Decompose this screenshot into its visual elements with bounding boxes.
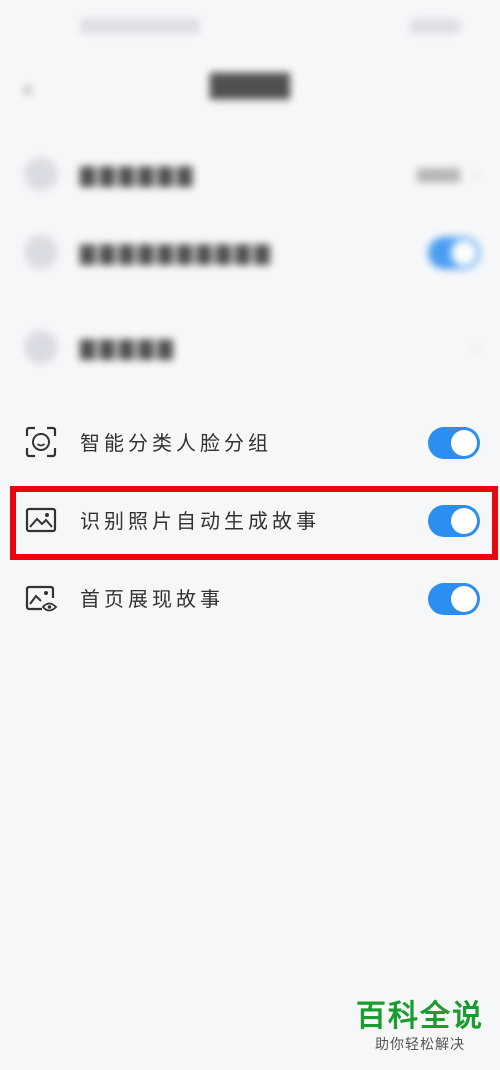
- face-scan-icon: [25, 426, 57, 458]
- watermark: 百科全说 助你轻松解决: [356, 1000, 484, 1054]
- blurred-settings-row: ▇▇▇▇▇ ›: [0, 313, 500, 383]
- person-icon: [24, 157, 58, 191]
- toggle-knob: [451, 430, 477, 456]
- highlight-annotation: [10, 486, 498, 560]
- person-icon: [24, 330, 58, 364]
- setting-row-face-group[interactable]: 智能分类人脸分组: [0, 408, 500, 478]
- setting-label: 智能分类人脸分组: [80, 431, 272, 455]
- blurred-toggle: [428, 237, 480, 269]
- setting-row-home-story[interactable]: 首页展现故事: [0, 564, 500, 634]
- page-title: ▇▇▇▇: [210, 70, 290, 100]
- blurred-label: ▇▇▇▇▇▇: [80, 163, 197, 187]
- status-bar: [0, 0, 500, 50]
- status-left-info: [80, 18, 200, 34]
- setting-label: 首页展现故事: [80, 587, 224, 611]
- status-right-info: [410, 18, 460, 34]
- face-group-toggle[interactable]: [428, 427, 480, 459]
- toggle-knob: [451, 586, 477, 612]
- image-eye-icon: [25, 585, 58, 612]
- home-story-toggle[interactable]: [428, 583, 480, 615]
- chevron-right-icon: ›: [472, 337, 480, 358]
- blurred-settings-row: ▇▇▇▇▇▇▇▇▇▇: [0, 218, 500, 288]
- header: ‹ ▇▇▇▇: [0, 50, 500, 120]
- blurred-label: ▇▇▇▇▇: [80, 336, 177, 360]
- watermark-subtitle: 助你轻松解决: [375, 1037, 465, 1053]
- chevron-right-icon: ›: [472, 164, 480, 185]
- blurred-settings-row: ▇▇▇▇▇▇ ▇▇▇▇ ›: [0, 140, 500, 210]
- blurred-value: ▇▇▇▇: [416, 167, 460, 183]
- blurred-label: ▇▇▇▇▇▇▇▇▇▇: [80, 241, 274, 265]
- person-icon: [24, 235, 58, 269]
- watermark-title: 百科全说: [356, 999, 484, 1034]
